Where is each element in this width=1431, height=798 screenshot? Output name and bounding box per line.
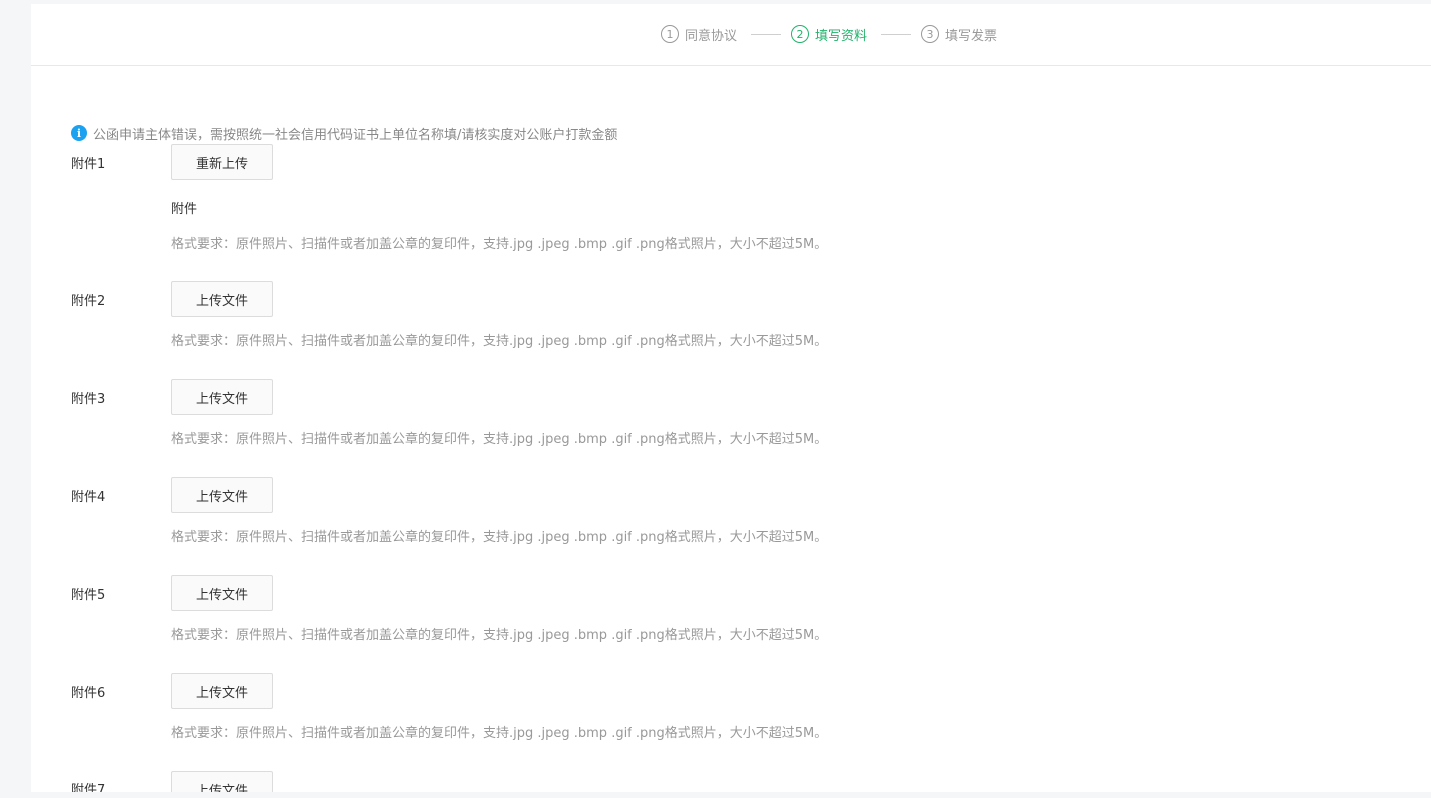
error-notice: i 公函申请主体错误，需按照统一社会信用代码证书上单位名称填/请核实度对公账户打…	[71, 124, 618, 143]
step-divider	[751, 34, 781, 35]
step-label: 填写资料	[815, 28, 868, 44]
format-hint: 格式要求：原件照片、扫描件或者加盖公章的复印件，支持.jpg .jpeg .bm…	[171, 237, 828, 252]
attachment-label: 附件7	[71, 783, 106, 792]
info-icon: i	[71, 125, 87, 141]
upload-button[interactable]: 上传文件	[171, 281, 273, 317]
step-label: 同意协议	[685, 28, 738, 44]
format-hint: 格式要求：原件照片、扫描件或者加盖公章的复印件，支持.jpg .jpeg .bm…	[171, 726, 828, 741]
format-hint: 格式要求：原件照片、扫描件或者加盖公章的复印件，支持.jpg .jpeg .bm…	[171, 530, 828, 545]
upload-button[interactable]: 上传文件	[171, 575, 273, 611]
upload-button[interactable]: 上传文件	[171, 477, 273, 513]
format-hint: 格式要求：原件照片、扫描件或者加盖公章的复印件，支持.jpg .jpeg .bm…	[171, 334, 828, 349]
step-divider	[881, 34, 911, 35]
attachment-label: 附件4	[71, 490, 106, 505]
steps-bar: 1 同意协议 2 填写资料 3 填写发票	[31, 4, 1431, 66]
form-panel: 1 同意协议 2 填写资料 3 填写发票 i 公函申请主体错误，需按照统一社会信…	[31, 4, 1431, 792]
uploaded-file-name[interactable]: 附件	[171, 198, 197, 217]
step-invoice: 3 填写发票	[921, 24, 997, 44]
upload-button[interactable]: 上传文件	[171, 379, 273, 415]
step-label: 填写发票	[945, 28, 998, 44]
format-hint: 格式要求：原件照片、扫描件或者加盖公章的复印件，支持.jpg .jpeg .bm…	[171, 432, 828, 447]
format-hint: 格式要求：原件照片、扫描件或者加盖公章的复印件，支持.jpg .jpeg .bm…	[171, 628, 828, 643]
attachment-label: 附件2	[71, 294, 106, 309]
step-number: 1	[661, 25, 679, 43]
upload-button[interactable]: 上传文件	[171, 771, 273, 792]
step-agree: 1 同意协议	[661, 24, 737, 44]
reupload-button[interactable]: 重新上传	[171, 144, 273, 180]
notice-text: 公函申请主体错误，需按照统一社会信用代码证书上单位名称填/请核实度对公账户打款金…	[93, 127, 618, 143]
attachment-label: 附件1	[71, 157, 106, 172]
step-number: 3	[921, 25, 939, 43]
attachment-label: 附件6	[71, 686, 106, 701]
attachment-label: 附件5	[71, 588, 106, 603]
attachment-label: 附件3	[71, 392, 106, 407]
step-fill-info: 2 填写资料	[791, 24, 867, 44]
step-number: 2	[791, 25, 809, 43]
upload-button[interactable]: 上传文件	[171, 673, 273, 709]
